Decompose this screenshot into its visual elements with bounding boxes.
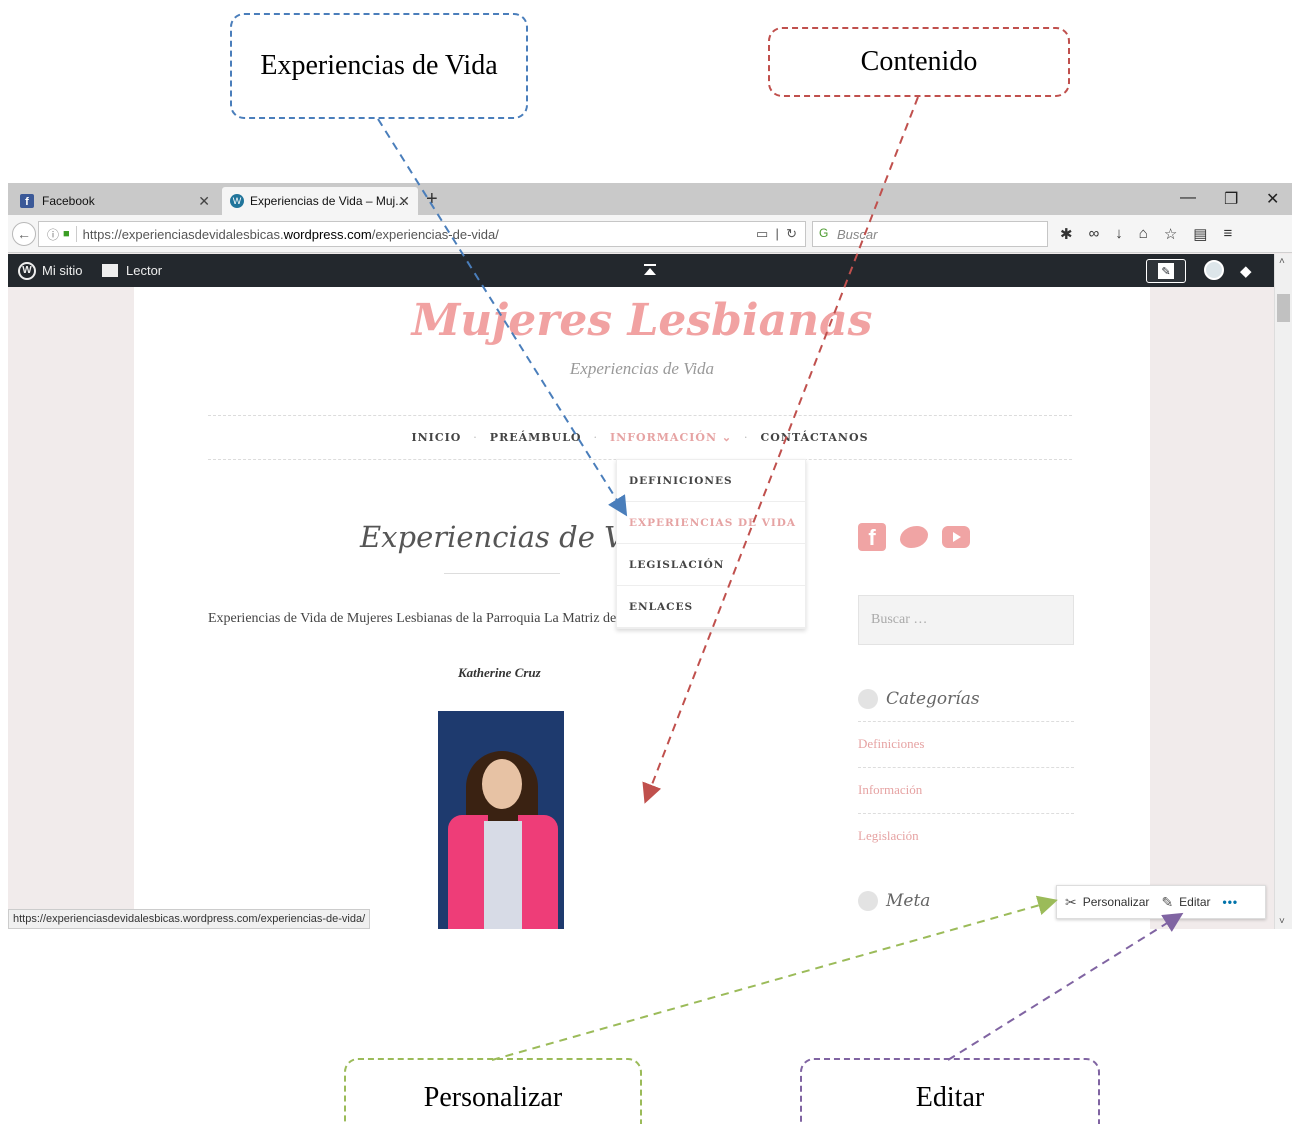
customize-edit-bar: ✂ Personalizar ✎ Editar ••• [1056,885,1266,919]
more-options-icon[interactable]: ••• [1223,895,1239,909]
mask-icon[interactable]: ∞ [1089,225,1100,243]
menu-separator: · [473,431,478,444]
avatar[interactable] [1204,260,1224,280]
facebook-icon[interactable]: f [858,523,886,551]
tab-facebook[interactable]: f Facebook ✕ [8,187,218,215]
download-icon[interactable]: ↓ [1115,225,1123,243]
reader-icon [102,264,118,277]
wordpress-icon: W [230,194,244,208]
informacion-dropdown: DEFINICIONES EXPERIENCIAS DE VIDA LEGISL… [616,459,806,629]
site-page: Mujeres Lesbianas Experiencias de Vida I… [134,287,1150,929]
my-site-label: Mi sitio [42,263,83,278]
close-icon[interactable]: ✕ [398,193,410,210]
toolbar-icons: ✱ ∞ ↓ ⌂ ☆ ▤ ≡ [1060,225,1232,243]
url-domain: wordpress.com [283,226,372,242]
sidebar-search-input[interactable]: Buscar … [858,595,1074,645]
main-menu: INICIO · PREÁMBULO · INFORMACIÓN ⌄ · CON… [208,415,1072,460]
scroll-down-icon[interactable]: ˅ [1279,916,1285,927]
browser-search-input[interactable]: G Buscar [812,221,1048,247]
write-button[interactable]: ✎ [1146,259,1186,283]
categories-title: Categorías [886,689,980,709]
bookmark-star-icon[interactable]: ☆ [1164,225,1177,243]
reader-label: Lector [126,263,163,278]
menu-separator: · [744,431,749,444]
arrow-editar [947,912,1184,1061]
url-suffix: /experiencias-de-vida/ [371,226,499,242]
reader-view-icon[interactable]: ▭ | ↻ [756,226,797,242]
category-link-legislacion[interactable]: Legislación [858,813,1074,859]
wp-admin-bar: W Mi sitio Lector ✎ ◆ [8,254,1292,287]
scroll-thumb[interactable] [1277,294,1290,322]
collapse-up-icon[interactable] [644,264,656,276]
settings-icon[interactable]: ✱ [1060,225,1073,243]
new-tab-icon[interactable]: + [426,188,438,211]
dropdown-item-definiciones[interactable]: DEFINICIONES [617,460,805,502]
tab-bar: f Facebook ✕ W Experiencias de Vida – Mu… [8,183,1292,215]
tab-label: Facebook [42,194,95,208]
close-icon[interactable]: ✕ [198,193,210,210]
categories-icon [858,689,878,709]
notifications-icon[interactable]: ◆ [1240,262,1252,280]
close-window-icon[interactable]: ✕ [1266,189,1279,209]
back-arrow-icon[interactable]: ← [12,222,36,246]
status-bar: https://experienciasdevidalesbicas.wordp… [8,909,371,929]
social-links: f [858,523,970,551]
search-placeholder: Buscar [837,226,878,242]
search-engine-icon: G [819,226,829,240]
tools-icon: ✂ [1065,893,1077,910]
youtube-icon[interactable] [942,526,970,548]
site-title[interactable]: Mujeres Lesbianas [134,295,1150,346]
categories-heading: Categorías [858,689,980,709]
info-icon[interactable]: ⓘ [47,226,59,243]
customize-button[interactable]: Personalizar [1083,895,1150,909]
url-separator [75,226,77,242]
wordpress-logo-icon: W [18,261,36,280]
site-tagline: Experiencias de Vida [569,359,715,378]
menu-item-contactanos[interactable]: CONTÁCTANOS [761,431,869,444]
title-divider [444,573,560,574]
meta-icon [858,891,878,911]
restore-icon[interactable]: ❐ [1224,189,1238,209]
edit-button[interactable]: Editar [1179,895,1210,909]
author-name: Katherine Cruz [458,665,541,680]
callout-editar: Editar [800,1058,1100,1124]
pencil-icon: ✎ [1161,893,1174,910]
author-photo[interactable] [438,711,564,929]
twitter-icon[interactable] [900,526,928,548]
meta-heading: Meta [858,891,930,911]
menu-separator: · [593,431,599,444]
category-link-informacion[interactable]: Información [858,767,1074,813]
reader-button[interactable]: Lector [102,254,162,287]
callout-personalizar: Personalizar [344,1058,642,1124]
menu-item-preambulo[interactable]: PREÁMBULO [490,431,582,444]
callout-contenido: Contenido [768,27,1070,97]
dropdown-item-enlaces[interactable]: ENLACES [617,586,805,628]
dropdown-item-legislacion[interactable]: LEGISLACIÓN [617,544,805,586]
url-bar[interactable]: ⓘ ■ https://experienciasdevidalesbicas. w… [38,221,806,247]
browser-window: f Facebook ✕ W Experiencias de Vida – Mu… [8,183,1292,929]
dropdown-item-experiencias[interactable]: EXPERIENCIAS DE VIDA [617,502,805,544]
library-icon[interactable]: ▤ [1193,225,1207,243]
tab-label: Experiencias de Vida – Muj... [250,194,406,208]
url-prefix: https://experienciasdevidalesbicas. [82,226,284,242]
facebook-icon: f [20,194,34,208]
category-link-definiciones[interactable]: Definiciones [858,721,1074,767]
pencil-icon: ✎ [1158,263,1174,279]
menu-icon[interactable]: ≡ [1223,225,1232,243]
page-scrollbar[interactable]: ˄ ˅ [1274,254,1292,929]
menu-item-informacion[interactable]: INFORMACIÓN ⌄ [610,431,732,444]
minimize-icon[interactable]: — [1180,189,1196,207]
callout-experiencias: Experiencias de Vida [230,13,528,119]
my-site-button[interactable]: W Mi sitio [18,254,82,287]
menu-item-inicio[interactable]: INICIO [411,431,461,444]
home-icon[interactable]: ⌂ [1139,225,1148,243]
lock-icon: ■ [63,228,70,240]
scroll-up-icon[interactable]: ˄ [1279,256,1285,267]
nav-bar: ← ⓘ ■ https://experienciasdevidalesbicas… [8,215,1292,253]
meta-title: Meta [886,891,931,911]
tab-experiencias[interactable]: W Experiencias de Vida – Muj... ✕ [222,187,418,215]
